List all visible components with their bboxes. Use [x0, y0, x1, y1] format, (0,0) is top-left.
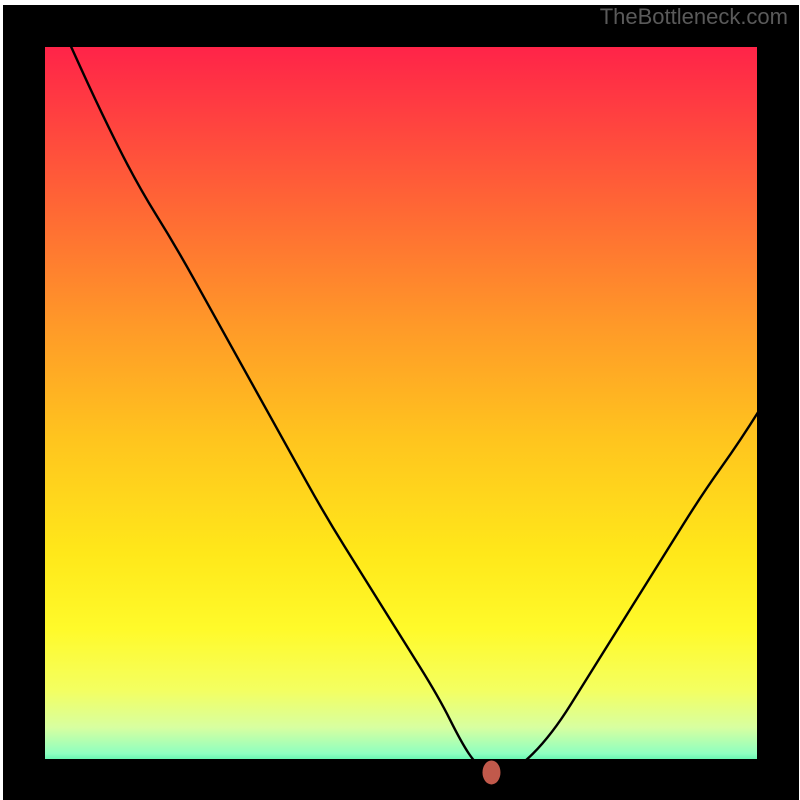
optimal-point-marker: [482, 760, 500, 784]
chart-container: TheBottleneck.com: [0, 0, 800, 800]
plot-background: [24, 26, 778, 780]
watermark-text: TheBottleneck.com: [600, 4, 788, 30]
bottleneck-chart: [0, 0, 800, 800]
